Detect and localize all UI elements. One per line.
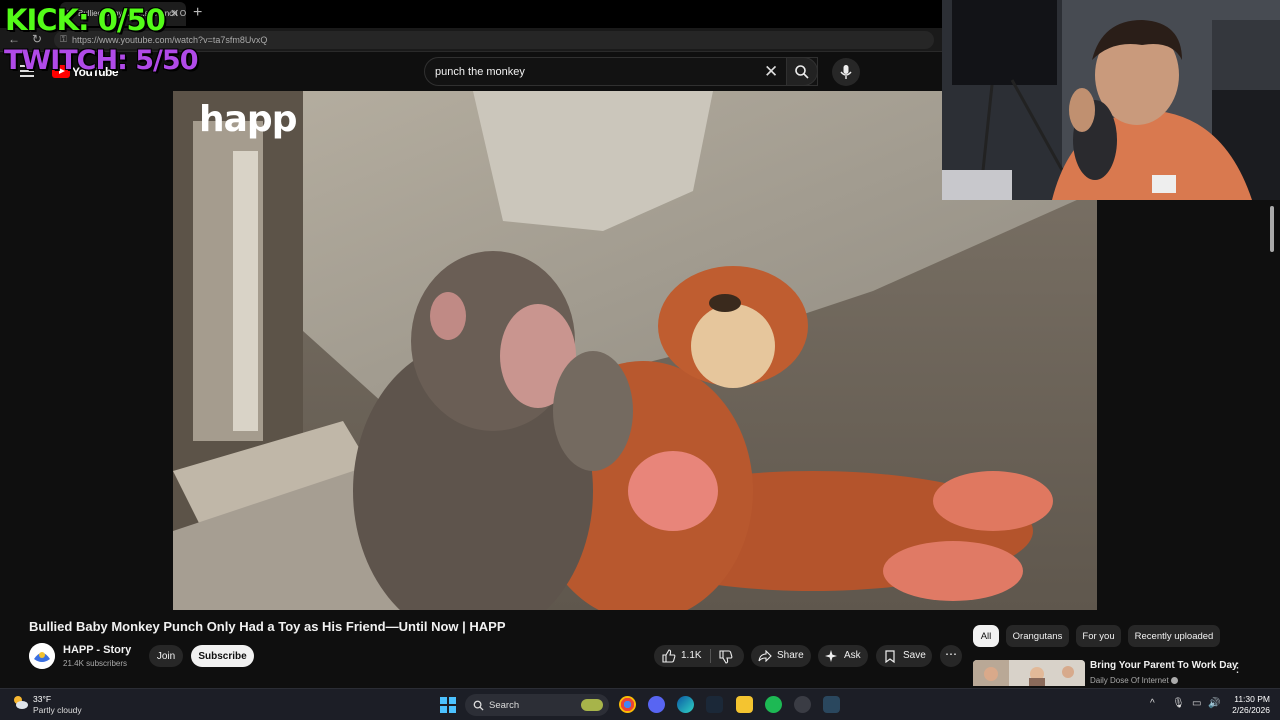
join-button[interactable]: Join	[149, 645, 183, 667]
search-icon	[473, 700, 484, 711]
clock-time[interactable]: 11:30 PM	[1228, 694, 1270, 704]
kick-counter: KICK: 0/50	[5, 3, 166, 37]
chip-for-you[interactable]: For you	[1076, 625, 1121, 647]
bookmark-icon	[885, 650, 895, 663]
like-dislike-group: 1.1K	[654, 645, 744, 667]
search-input[interactable]: punch the monkey ✕	[424, 57, 818, 86]
tray-display-icon[interactable]: ▭	[1192, 698, 1201, 709]
recommendation-title[interactable]: Bring Your Parent To Work Day	[1090, 660, 1238, 671]
tab-close-icon[interactable]: ✕	[170, 7, 179, 20]
weather-icon[interactable]	[12, 694, 28, 710]
chip-orangutans[interactable]: Orangutans	[1006, 625, 1069, 647]
twitch-counter: TWITCH: 5/50	[4, 45, 198, 76]
search-button[interactable]	[786, 57, 818, 86]
discord-icon[interactable]	[648, 696, 665, 713]
sparkle-icon	[825, 650, 837, 662]
file-explorer-icon[interactable]	[736, 696, 753, 713]
scrollbar-thumb[interactable]	[1270, 206, 1274, 252]
steam-icon[interactable]	[706, 696, 723, 713]
thumbs-up-icon[interactable]	[662, 649, 676, 663]
save-label: Save	[903, 650, 926, 661]
chip-recently-uploaded[interactable]: Recently uploaded	[1128, 625, 1220, 647]
recommendation-channel-name: Daily Dose Of Internet	[1090, 676, 1169, 685]
edge-icon[interactable]	[677, 696, 694, 713]
verified-icon	[1170, 677, 1178, 685]
like-count[interactable]: 1.1K	[681, 650, 702, 661]
webcam-feed	[942, 0, 1280, 200]
more-actions-icon[interactable]: ⋯	[940, 645, 962, 667]
chrome-icon[interactable]	[619, 696, 636, 713]
save-button[interactable]: Save	[876, 645, 932, 667]
voice-search-button[interactable]	[832, 58, 860, 86]
streamer-image	[942, 0, 1280, 200]
tray-microphone-icon[interactable]: 🎙	[1172, 698, 1185, 709]
page-scrollbar[interactable]	[1268, 200, 1276, 686]
steam-alt-icon[interactable]	[823, 696, 840, 713]
search-icon	[795, 65, 809, 79]
clear-search-icon[interactable]: ✕	[764, 62, 778, 81]
thumbs-down-icon[interactable]	[719, 650, 733, 664]
like-divider	[710, 649, 711, 663]
channel-name[interactable]: HAPP - Story	[63, 644, 131, 656]
channel-watermark: happ	[199, 99, 297, 140]
subscribe-button[interactable]: Subscribe	[191, 645, 254, 667]
channel-logo-icon	[29, 643, 55, 669]
volume-icon[interactable]: 🔊	[1208, 698, 1220, 709]
settings-app-icon[interactable]	[794, 696, 811, 713]
start-button-icon[interactable]	[440, 697, 456, 713]
chip-all[interactable]: All	[973, 625, 999, 647]
screen: { "overlay": { "kick": "KICK: 0/50", "tw…	[0, 0, 1280, 720]
weather-description[interactable]: Partly cloudy	[33, 705, 82, 715]
share-button[interactable]: Share	[751, 645, 811, 667]
channel-avatar[interactable]	[29, 643, 55, 669]
clock-date[interactable]: 2/26/2026	[1222, 705, 1270, 715]
taskbar-search-label: Search	[489, 700, 520, 711]
weather-temperature[interactable]: 33°F	[33, 694, 51, 704]
microphone-icon	[840, 65, 852, 79]
ask-button[interactable]: Ask	[818, 645, 868, 667]
share-label: Share	[777, 650, 804, 661]
video-title: Bullied Baby Monkey Punch Only Had a Toy…	[29, 619, 506, 634]
thumbnail-image	[973, 660, 1085, 686]
ask-label: Ask	[844, 650, 861, 661]
recommendation-menu-icon[interactable]: ⋮	[1231, 660, 1244, 676]
search-query: punch the monkey	[435, 66, 525, 78]
recommendation-thumbnail[interactable]	[973, 660, 1085, 686]
subscriber-count: 21.4K subscribers	[63, 659, 128, 668]
spotify-icon[interactable]	[765, 696, 782, 713]
new-tab-button[interactable]: +	[193, 4, 202, 22]
share-icon	[758, 650, 772, 662]
recommendation-channel: Daily Dose Of Internet	[1090, 676, 1178, 685]
search-highlight-icon	[581, 699, 603, 711]
windows-taskbar: 33°F Partly cloudy Search ^ 🎙 ▭ 🔊 11:30 …	[0, 688, 1280, 720]
tray-chevron-up-icon[interactable]: ^	[1150, 698, 1155, 709]
taskbar-search[interactable]: Search	[465, 694, 609, 716]
